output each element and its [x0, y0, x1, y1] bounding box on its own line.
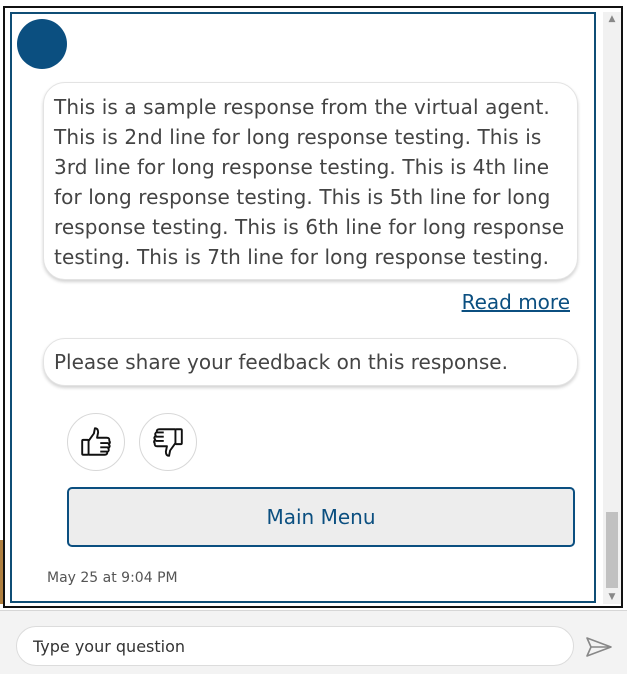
scroll-down-arrow-icon[interactable]: ▼: [603, 590, 621, 604]
question-input[interactable]: [16, 626, 574, 666]
chat-transcript: This is a sample response from the virtu…: [10, 12, 596, 603]
thumbs-down-icon: [153, 428, 183, 457]
read-more-link[interactable]: Read more: [462, 290, 570, 314]
send-icon[interactable]: [585, 636, 613, 658]
thumbs-down-button[interactable]: [139, 413, 197, 471]
scrollbar-thumb[interactable]: [606, 512, 618, 588]
bot-avatar: [17, 19, 67, 69]
scroll-up-arrow-icon[interactable]: ▲: [603, 12, 621, 26]
message-timestamp: May 25 at 9:04 PM: [47, 570, 178, 586]
main-menu-button[interactable]: Main Menu: [67, 487, 575, 547]
thumbs-up-icon: [81, 427, 111, 456]
feedback-prompt-bubble: Please share your feedback on this respo…: [43, 338, 578, 386]
thumbs-up-button[interactable]: [67, 413, 125, 471]
input-bar: [0, 610, 627, 674]
transcript-scrollbar[interactable]: ▲ ▼: [603, 12, 621, 604]
bot-message-bubble: This is a sample response from the virtu…: [43, 82, 578, 280]
